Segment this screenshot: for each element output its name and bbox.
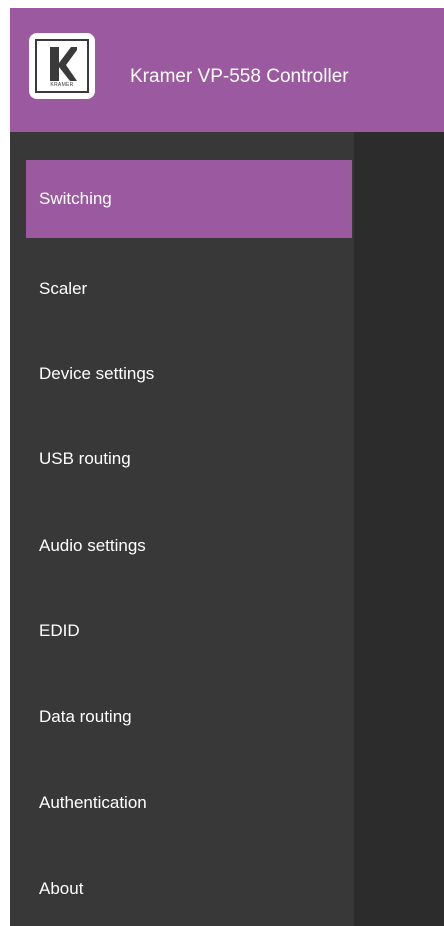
sidebar-item-data-routing[interactable]: Data routing xyxy=(26,678,352,756)
sidebar-item-label: Audio settings xyxy=(39,536,146,555)
sidebar-item-device-settings[interactable]: Device settings xyxy=(26,335,352,413)
app-header: KRAMER Kramer VP-558 Controller xyxy=(10,8,444,132)
sidebar-item-switching[interactable]: Switching xyxy=(26,160,352,238)
sidebar-item-label: Switching xyxy=(39,189,112,208)
sidebar-item-scaler[interactable]: Scaler xyxy=(26,250,352,328)
sidebar-item-label: Authentication xyxy=(39,793,147,812)
sidebar-item-authentication[interactable]: Authentication xyxy=(26,764,352,842)
sidebar-item-label: EDID xyxy=(39,621,80,640)
sidebar-item-label: Device settings xyxy=(39,364,155,383)
logo-badge: KRAMER xyxy=(35,39,89,93)
sidebar-item-label: About xyxy=(39,879,84,898)
sidebar-item-edid[interactable]: EDID xyxy=(26,592,352,670)
sidebar-item-label: Scaler xyxy=(39,279,88,298)
sidebar-item-usb-routing[interactable]: USB routing xyxy=(26,420,352,498)
sidebar-item-label: Data routing xyxy=(39,707,132,726)
logo-wordmark: KRAMER xyxy=(50,82,74,88)
sidebar-nav: Switching Scaler Device settings USB rou… xyxy=(10,132,354,926)
sidebar-item-label: USB routing xyxy=(39,449,131,468)
sidebar-item-audio-settings[interactable]: Audio settings xyxy=(26,507,352,585)
kramer-logo-icon[interactable]: KRAMER xyxy=(29,33,95,99)
app-title: Kramer VP-558 Controller xyxy=(130,66,349,87)
sidebar-item-about[interactable]: About xyxy=(26,850,352,926)
main-content-area xyxy=(354,132,444,926)
app-window: KRAMER Kramer VP-558 Controller Switchin… xyxy=(10,8,444,926)
